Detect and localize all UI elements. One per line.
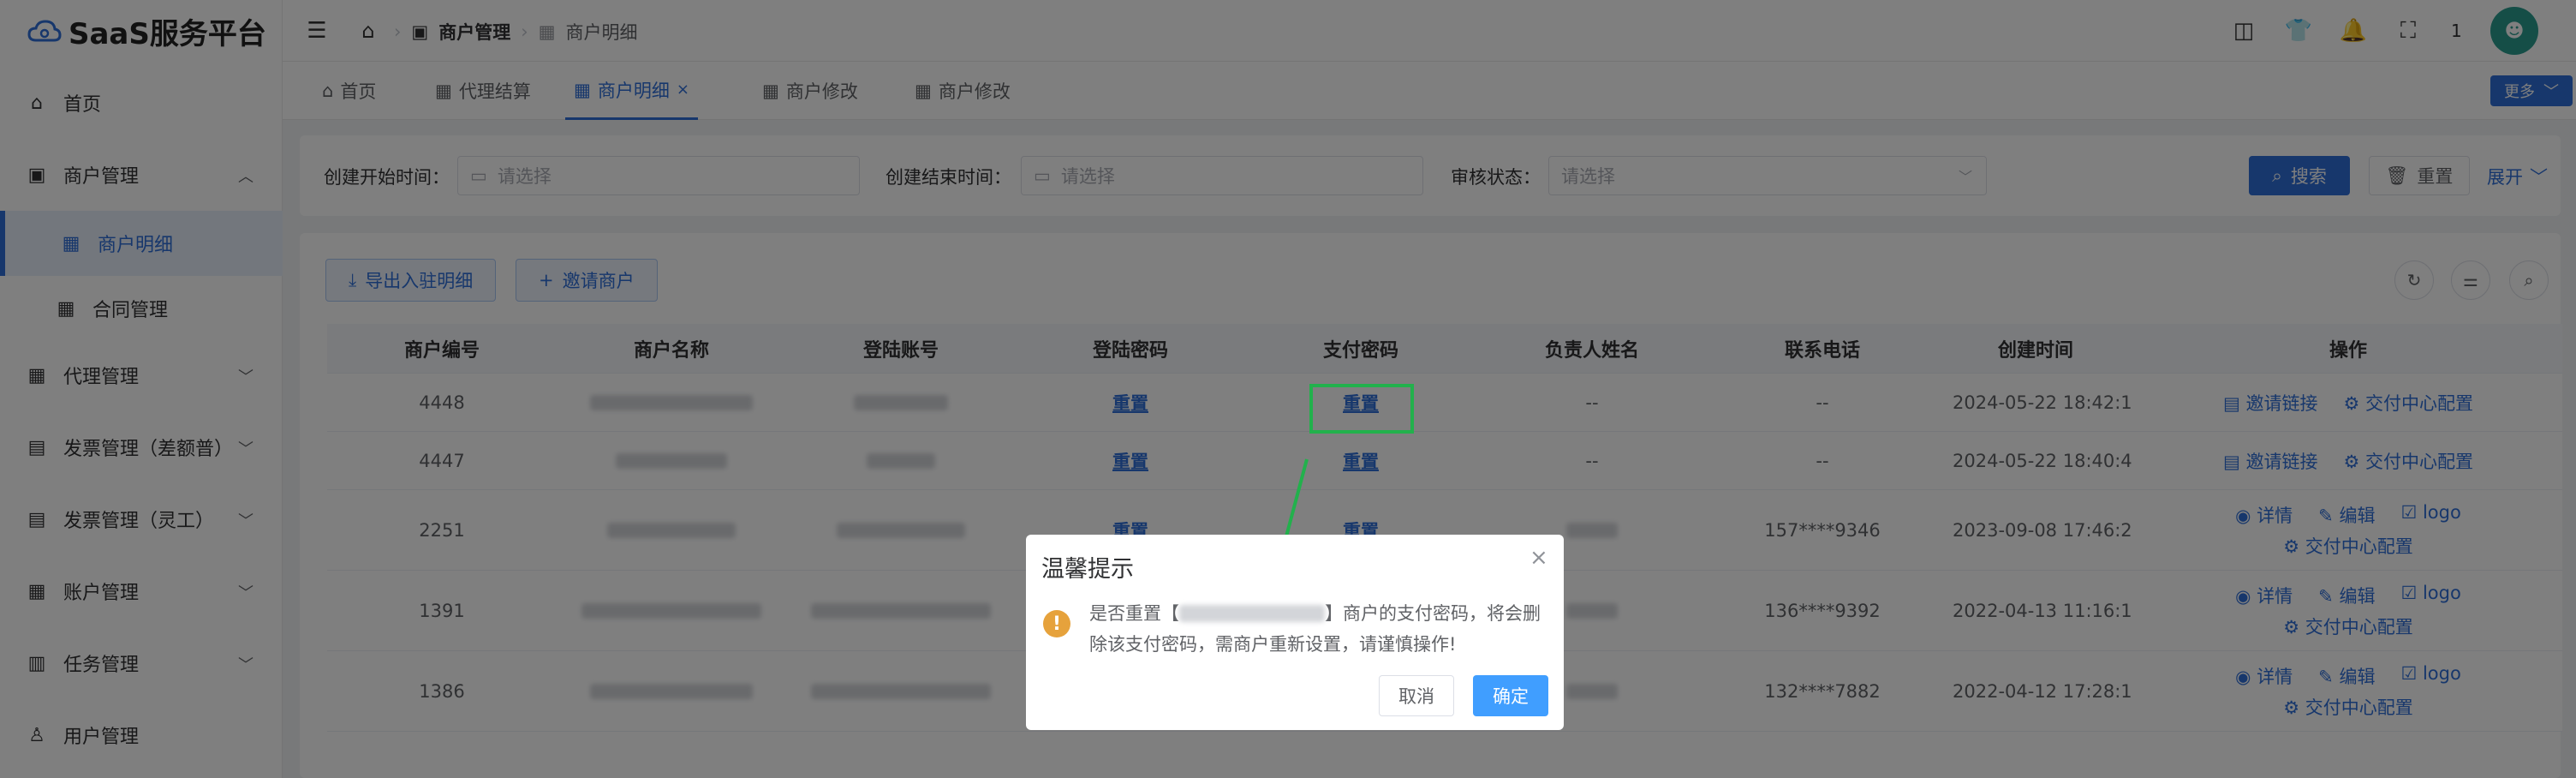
message-part: 】商户的支付密码，将会删	[1325, 603, 1541, 624]
redacted-merchant-name	[1179, 605, 1325, 622]
confirm-dialog: 温馨提示 × ! 是否重置【 】商户的支付密码，将会删 除该支付密码，需商户重新…	[1026, 535, 1564, 730]
button-label: 确定	[1493, 686, 1529, 707]
confirm-button[interactable]: 确定	[1473, 675, 1548, 716]
dialog-title: 温馨提示	[1041, 556, 1134, 583]
button-label: 取消	[1398, 686, 1434, 707]
message-part: 除该支付密码，需商户重新设置，请谨慎操作!	[1089, 634, 1457, 655]
annotation-highlight-box	[1309, 384, 1414, 434]
warning-icon: !	[1043, 610, 1070, 637]
cancel-button[interactable]: 取消	[1379, 675, 1454, 716]
close-icon[interactable]: ×	[1530, 545, 1548, 571]
dialog-message: 是否重置【 】商户的支付密码，将会删 除该支付密码，需商户重新设置，请谨慎操作!	[1089, 598, 1552, 660]
message-part: 是否重置【	[1089, 603, 1179, 624]
